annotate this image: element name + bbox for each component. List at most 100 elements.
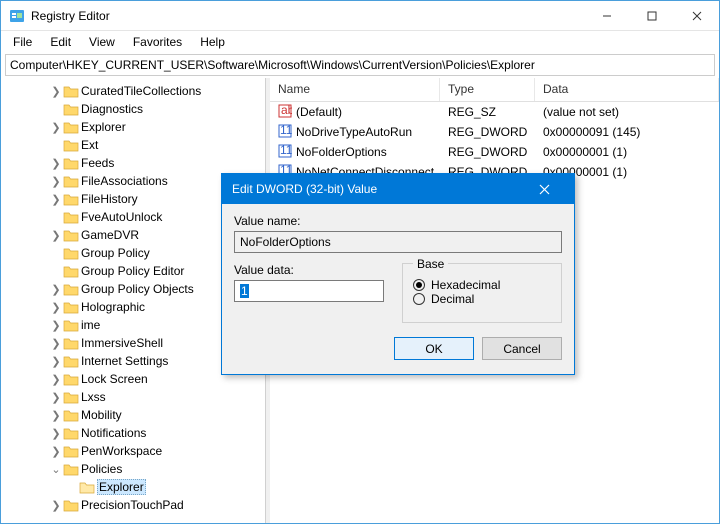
tree-node-label: Group Policy Objects: [81, 282, 194, 296]
expand-icon[interactable]: [49, 247, 63, 259]
tree-node-label: CuratedTileCollections: [81, 84, 201, 98]
title-bar: Registry Editor: [1, 1, 719, 31]
close-icon: [692, 11, 702, 21]
expand-icon[interactable]: ❯: [49, 121, 63, 134]
registry-editor-window: Registry Editor File Edit View Favorites…: [0, 0, 720, 524]
expand-icon[interactable]: ❯: [49, 337, 63, 350]
maximize-icon: [647, 11, 657, 21]
value-name-field[interactable]: NoFolderOptions: [234, 231, 562, 253]
expand-icon[interactable]: ❯: [49, 319, 63, 332]
app-icon: [9, 8, 25, 24]
menu-view[interactable]: View: [81, 33, 123, 51]
value-data: 0x00000091 (145): [535, 125, 719, 139]
expand-icon[interactable]: ❯: [49, 193, 63, 206]
value-data-label: Value data:: [234, 263, 384, 277]
tree-node[interactable]: ❯ Mobility: [1, 406, 265, 424]
expand-icon[interactable]: ❯: [49, 157, 63, 170]
value-name: NoFolderOptions: [296, 145, 387, 159]
tree-node[interactable]: ❯ Lxss: [1, 388, 265, 406]
svg-text:ab: ab: [281, 104, 292, 117]
tree-node[interactable]: ❯ PenWorkspace: [1, 442, 265, 460]
tree-node[interactable]: ❯ Notifications: [1, 424, 265, 442]
expand-icon[interactable]: ❯: [49, 301, 63, 314]
expand-icon[interactable]: [49, 211, 63, 223]
cancel-button[interactable]: Cancel: [482, 337, 562, 360]
menu-favorites[interactable]: Favorites: [125, 33, 190, 51]
tree-node-label: Explorer: [97, 479, 146, 495]
expand-icon[interactable]: ❯: [49, 355, 63, 368]
column-data[interactable]: Data: [535, 78, 719, 101]
tree-node-label: Ext: [81, 138, 98, 152]
list-row[interactable]: 110NoDriveTypeAutoRunREG_DWORD0x00000091…: [270, 122, 719, 142]
expand-icon[interactable]: ❯: [49, 85, 63, 98]
tree-node-label: Lxss: [81, 390, 106, 404]
value-data-field[interactable]: 1: [234, 280, 384, 302]
radio-decimal[interactable]: Decimal: [413, 292, 551, 306]
value-name-text: NoFolderOptions: [240, 235, 331, 249]
tree-node-label: Feeds: [81, 156, 114, 170]
tree-node[interactable]: Explorer: [1, 478, 265, 496]
expand-icon[interactable]: ❯: [49, 445, 63, 458]
tree-node[interactable]: ❯ Explorer: [1, 118, 265, 136]
tree-node-label: FileAssociations: [81, 174, 168, 188]
tree-node[interactable]: ⌄Policies: [1, 460, 265, 478]
expand-icon[interactable]: ❯: [49, 391, 63, 404]
tree-node-label: Holographic: [81, 300, 145, 314]
maximize-button[interactable]: [629, 1, 674, 30]
column-name[interactable]: Name: [270, 78, 440, 101]
value-data: (value not set): [535, 105, 719, 119]
menu-edit[interactable]: Edit: [42, 33, 79, 51]
tree-node[interactable]: ❯PrecisionTouchPad: [1, 496, 265, 514]
menu-help[interactable]: Help: [192, 33, 233, 51]
tree-node-label: Explorer: [81, 120, 126, 134]
value-name: (Default): [296, 105, 342, 119]
expand-icon[interactable]: ❯: [49, 283, 63, 296]
expand-icon[interactable]: [49, 139, 63, 151]
expand-icon[interactable]: ❯: [49, 409, 63, 422]
expand-icon[interactable]: [49, 103, 63, 115]
base-fieldset: Base Hexadecimal Decimal: [402, 263, 562, 323]
close-icon: [539, 184, 550, 195]
tree-node-label: FileHistory: [81, 192, 138, 206]
radio-hex-label: Hexadecimal: [431, 278, 500, 292]
expand-icon[interactable]: ❯: [49, 499, 63, 512]
list-header: Name Type Data: [270, 78, 719, 102]
ok-button[interactable]: OK: [394, 337, 474, 360]
expand-icon[interactable]: ❯: [49, 373, 63, 386]
expand-icon[interactable]: ❯: [49, 175, 63, 188]
column-type[interactable]: Type: [440, 78, 535, 101]
reg-value-icon: 110: [278, 144, 292, 161]
menu-file[interactable]: File: [5, 33, 40, 51]
tree-node-label: PenWorkspace: [81, 444, 162, 458]
tree-node-label: Notifications: [81, 426, 146, 440]
list-row[interactable]: ab(Default)REG_SZ(value not set): [270, 102, 719, 122]
expand-icon[interactable]: ❯: [49, 427, 63, 440]
dialog-close-button[interactable]: [524, 176, 564, 202]
close-button[interactable]: [674, 1, 719, 30]
expand-icon[interactable]: [65, 481, 79, 493]
tree-node[interactable]: Ext: [1, 136, 265, 154]
tree-node[interactable]: ❯ CuratedTileCollections: [1, 82, 265, 100]
edit-dword-dialog: Edit DWORD (32-bit) Value Value name: No…: [221, 173, 575, 375]
list-row[interactable]: 110NoFolderOptionsREG_DWORD0x00000001 (1…: [270, 142, 719, 162]
address-bar[interactable]: Computer\HKEY_CURRENT_USER\Software\Micr…: [5, 54, 715, 76]
expand-icon[interactable]: ⌄: [49, 463, 63, 476]
value-type: REG_DWORD: [440, 125, 535, 139]
menu-bar: File Edit View Favorites Help: [1, 31, 719, 52]
tree-node[interactable]: ❯ Feeds: [1, 154, 265, 172]
tree-node-label: Internet Settings: [81, 354, 168, 368]
dialog-title-bar: Edit DWORD (32-bit) Value: [222, 174, 574, 204]
tree-node-label: Group Policy Editor: [81, 264, 184, 278]
expand-icon[interactable]: [49, 265, 63, 277]
tree-node-label: Diagnostics: [81, 102, 143, 116]
tree-node-label: Mobility: [81, 408, 122, 422]
svg-text:110: 110: [280, 124, 292, 137]
window-title: Registry Editor: [31, 9, 584, 23]
expand-icon[interactable]: ❯: [49, 229, 63, 242]
minimize-button[interactable]: [584, 1, 629, 30]
tree-node-label: FveAutoUnlock: [81, 210, 162, 224]
radio-hexadecimal[interactable]: Hexadecimal: [413, 278, 551, 292]
tree-node-label: ImmersiveShell: [81, 336, 163, 350]
value-type: REG_DWORD: [440, 145, 535, 159]
tree-node[interactable]: Diagnostics: [1, 100, 265, 118]
